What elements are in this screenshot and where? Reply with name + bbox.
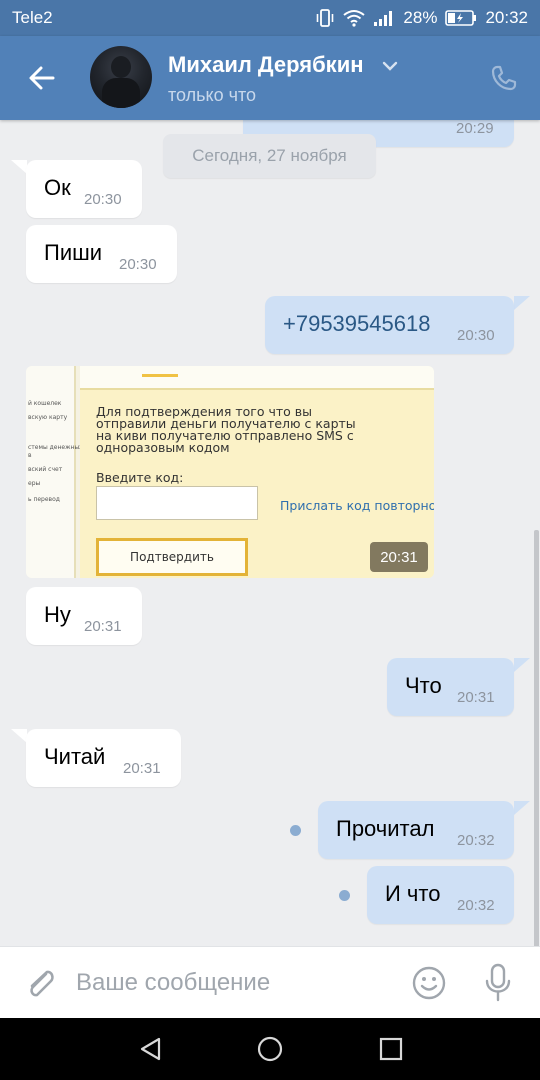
message-text: Ну (44, 602, 71, 627)
avatar[interactable] (90, 46, 152, 108)
chat-header: Михаил Дерябкин только что (0, 36, 540, 120)
phone-icon (491, 65, 517, 91)
paperclip-icon[interactable] (24, 965, 58, 1006)
call-button[interactable] (490, 64, 518, 97)
photo-confirm-button: Подтвердить (96, 538, 248, 576)
message-bubble-outgoing[interactable]: +79539545618 20:30 (265, 296, 514, 354)
unread-indicator (290, 825, 301, 836)
message-time: 20:32 (457, 832, 495, 849)
emoji-icon[interactable] (411, 965, 447, 1006)
message-input[interactable] (76, 959, 396, 1007)
photo-sidebar: й кошелек вскую карту стемы денежных в в… (26, 366, 83, 578)
navigation-bar (0, 1018, 540, 1080)
message-time: 20:30 (119, 256, 157, 273)
status-icons: 28% 20:32 (315, 8, 528, 28)
message-time: 20:31 (84, 618, 122, 635)
photo-attachment[interactable]: й кошелек вскую карту стемы денежных в в… (26, 366, 434, 578)
back-arrow-icon (29, 66, 55, 90)
message-bubble-incoming[interactable]: Ок 20:30 (26, 160, 142, 218)
photo-resend-link: Прислать код повторно (280, 498, 434, 513)
battery-icon (445, 10, 477, 26)
photo-text: Для подтверждения того что вы отправили … (96, 404, 356, 455)
status-bar: Tele2 28% 20:32 (0, 0, 540, 36)
message-bubble-incoming[interactable]: Читай 20:31 (26, 729, 181, 787)
signal-icon (373, 9, 395, 27)
message-phone-link[interactable]: +79539545618 (283, 311, 430, 337)
back-button[interactable] (26, 62, 58, 94)
message-time: 20:30 (84, 191, 122, 208)
message-time: 20:32 (457, 897, 495, 914)
date-separator: Сегодня, 27 ноября (163, 134, 376, 178)
message-time: 20:30 (457, 327, 495, 344)
message-bubble-outgoing[interactable]: Прочитал 20:32 (318, 801, 514, 859)
photo-time: 20:31 (370, 542, 428, 572)
nav-home-icon[interactable] (257, 1036, 283, 1067)
wifi-icon (343, 9, 366, 27)
message-text: И что (385, 881, 441, 906)
nav-back-icon[interactable] (138, 1036, 164, 1067)
message-bubble-incoming[interactable]: Пиши 20:30 (26, 225, 177, 283)
battery-percent: 28% (403, 8, 438, 27)
message-composer (0, 946, 540, 1018)
message-time: 20:31 (123, 760, 161, 777)
photo-code-input (96, 486, 258, 520)
photo-code-label: Введите код: (96, 470, 184, 485)
message-bubble-outgoing[interactable]: И что 20:32 (367, 866, 514, 924)
message-text: Что (405, 673, 442, 698)
scrollbar[interactable] (534, 530, 539, 946)
message-bubble-outgoing[interactable]: Что 20:31 (387, 658, 514, 716)
message-list[interactable]: 20:29 Сегодня, 27 ноября Ок 20:30 Пиши 2… (0, 120, 540, 946)
clock: 20:32 (485, 8, 528, 27)
message-text: Ок (44, 175, 71, 200)
carrier-label: Tele2 (12, 8, 53, 27)
message-text: Пиши (44, 240, 103, 265)
message-time: 20:29 (456, 120, 494, 137)
nav-recents-icon[interactable] (378, 1036, 404, 1067)
message-text: Прочитал (336, 816, 435, 841)
microphone-icon[interactable] (484, 963, 512, 1008)
contact-name[interactable]: Михаил Дерябкин (168, 52, 364, 78)
contact-status: только что (168, 85, 257, 105)
vibrate-icon (315, 9, 335, 27)
chevron-down-icon[interactable] (382, 58, 398, 76)
unread-indicator (339, 890, 350, 901)
message-bubble-incoming[interactable]: Ну 20:31 (26, 587, 142, 645)
message-text: Читай (44, 744, 106, 769)
message-time: 20:31 (457, 689, 495, 706)
